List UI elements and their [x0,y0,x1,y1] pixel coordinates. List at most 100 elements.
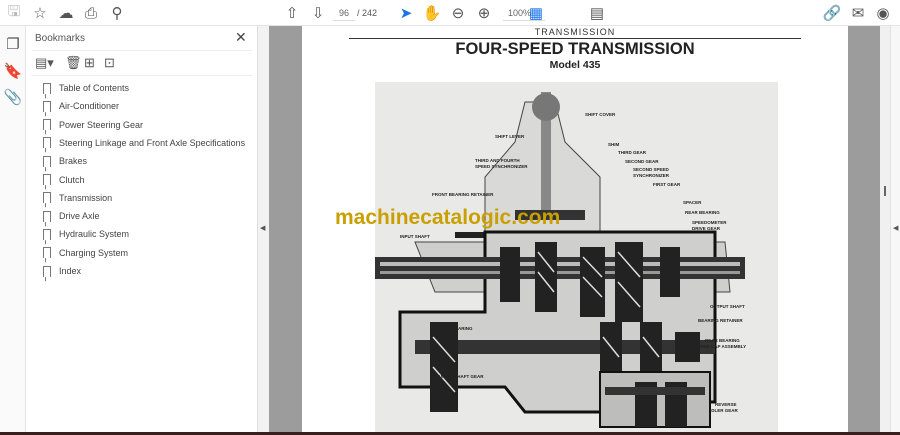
bookmark-label: Steering Linkage and Front Axle Specific… [59,137,246,148]
bookmark-icon [43,137,51,149]
zoom-in-icon[interactable]: ⊕ [474,3,494,23]
bookmark-label: Hydraulic System [59,229,130,240]
bookmark-label: Transmission [59,192,113,203]
label-second-gear: SECOND GEAR [625,159,659,164]
attachment-icon[interactable]: 📎 [3,87,23,107]
label-third-gear: THIRD GEAR [618,150,647,155]
add-bookmark-icon[interactable]: ⊞ [84,55,95,71]
header-rule [349,38,801,39]
search-zoom-icon[interactable]: ⚲ [107,3,127,23]
select-cursor-icon[interactable]: ➤ [396,3,416,23]
label-bearing-retainer: BEARING RETAINER [698,318,743,323]
label-sync2-1: SECOND SPEED [633,167,670,172]
email-icon[interactable]: ✉ [848,3,868,23]
bookmark-icon [43,192,51,204]
print-icon[interactable]: ⎙ [81,3,101,23]
page-total: / 242 [357,8,378,18]
bookmark-item[interactable]: Charging System [43,245,128,261]
bookmark-label: Brakes [59,156,88,167]
fit-page-icon[interactable]: ▦ [526,3,546,23]
bookmark-label: Power Steering Gear [59,119,144,130]
next-page-icon[interactable]: ⇩ [308,3,328,23]
hand-icon[interactable]: ✋ [422,3,442,23]
label-reverse-1: REVERSE [715,402,737,407]
running-header: TRANSMISSION [534,27,616,37]
bookmark-star-icon[interactable]: ☆ [30,3,50,23]
label-reverse-2: IDLER GEAR [710,408,739,413]
close-icon[interactable]: ✕ [235,29,247,46]
page-thumbnails-icon[interactable]: ❐ [3,34,23,54]
bookmark-item[interactable]: Index [43,263,81,279]
bookmark-icon [43,119,51,131]
left-rail: ❐ 🔖 📎 [0,26,26,432]
label-shift-lever: SHIFT LEVER [495,134,525,139]
label-sync34-2: SPEED SYNCHRONIZER [475,164,528,169]
bookmark-label: Charging System [59,247,129,258]
right-panel-strip[interactable]: ◀ [890,26,900,432]
label-spacer: SPACER [683,200,702,205]
read-mode-icon[interactable]: ▤ [587,3,607,23]
zoom-out-icon[interactable]: ⊖ [448,3,468,23]
bookmark-icon [43,155,51,167]
bookmark-item[interactable]: Clutch [43,172,85,188]
label-sync2-2: SYNCHRONIZER [633,173,670,178]
label-rear-bearing: REAR BEARING [685,210,720,215]
label-speedo-1: SPEEDOMETER [692,220,727,225]
bookmark-item[interactable]: Steering Linkage and Front Axle Specific… [43,135,245,151]
transmission-figure: SHIFT COVER SHIFT LEVER SHIM THIRD GEAR … [375,82,778,432]
delete-icon[interactable]: 🗑 [65,55,82,71]
account-icon[interactable]: ◉ [873,3,893,23]
bookmark-item[interactable]: Air-Conditioner [43,98,119,114]
bookmark-icon [43,174,51,185]
vertical-scrollbar[interactable] [880,26,890,432]
bookmark-icon [43,265,51,277]
label-first-gear: FIRST GEAR [653,182,681,187]
bookmark-label: Clutch [59,174,85,185]
panel-collapse-strip[interactable]: ◀ [258,26,269,432]
share-link-icon[interactable]: 🔗 [822,3,842,23]
bookmark-item[interactable]: Table of Contents [43,80,129,96]
label-output-shaft: OUTPUT SHAFT [710,304,745,309]
label-countershaft-gear: COUNTERSHAFT GEAR [432,374,484,379]
page-subtitle: Model 435 [549,59,601,71]
bookmark-tools: ▤▾ 🗑 ⊞ ⊡ [32,50,252,76]
upload-icon[interactable]: ☁ [56,3,76,23]
panel-title: Bookmarks [35,33,86,44]
bookmark-item[interactable]: Brakes [43,153,87,169]
bookmarks-panel: Bookmarks ✕ ▤▾ 🗑 ⊞ ⊡ Table of Contents Ai… [26,26,258,432]
bookmark-label: Table of Contents [59,83,130,93]
label-shift-cover: SHIFT COVER [585,112,616,117]
pdf-page: TRANSMISSION FOUR-SPEED TRANSMISSION Mod… [302,26,848,432]
label-rear-cap-2: AND CAP ASSEMBLY [700,344,746,349]
bookmark-icon [43,210,51,222]
bookmark-label: Drive Axle [59,211,100,222]
bookmark-item[interactable]: Transmission [43,190,112,206]
expand-right-panel-icon[interactable]: ◀ [893,224,898,232]
watermark: machinecatalogic.com [335,206,561,229]
page-title: FOUR-SPEED TRANSMISSION [455,40,695,58]
scroll-thumb[interactable] [884,186,886,196]
save-icon[interactable]: 🖫 [4,3,24,23]
options-menu-icon[interactable]: ▤▾ [35,55,54,71]
main-toolbar: 🖫 ☆ ☁ ⎙ ⚲ ⇧ ⇩ 96 / 242 ➤ ✋ ⊖ ⊕ 100% ▾ ▦ … [0,0,900,34]
find-bookmark-icon[interactable]: ⊡ [104,55,115,71]
bookmark-icon [43,100,51,112]
label-speedo-2: DRIVE GEAR [692,226,721,231]
label-shim: SHIM [608,142,620,147]
bookmark-item[interactable]: Hydraulic System [43,226,129,242]
label-sync34-1: THIRD AND FOURTH [475,158,520,163]
bookmarks-icon[interactable]: 🔖 [3,61,23,81]
bookmark-label: Air-Conditioner [59,101,120,112]
bookmark-icon [43,228,51,240]
bookmark-item[interactable]: Drive Axle [43,208,100,224]
label-input-shaft: INPUT SHAFT [400,234,430,239]
bookmark-item[interactable]: Power Steering Gear [43,117,143,133]
bookmark-icon [43,247,51,259]
page-number-input[interactable]: 96 [333,5,355,21]
label-front-bearing-retainer: FRONT BEARING RETAINER [432,192,494,197]
label-front-bearing: FRONT BEARING [435,326,473,331]
collapse-left-icon[interactable]: ◀ [260,224,265,232]
previous-page-icon[interactable]: ⇧ [282,3,302,23]
bookmark-label: Index [59,266,82,276]
bookmark-icon [43,82,51,94]
